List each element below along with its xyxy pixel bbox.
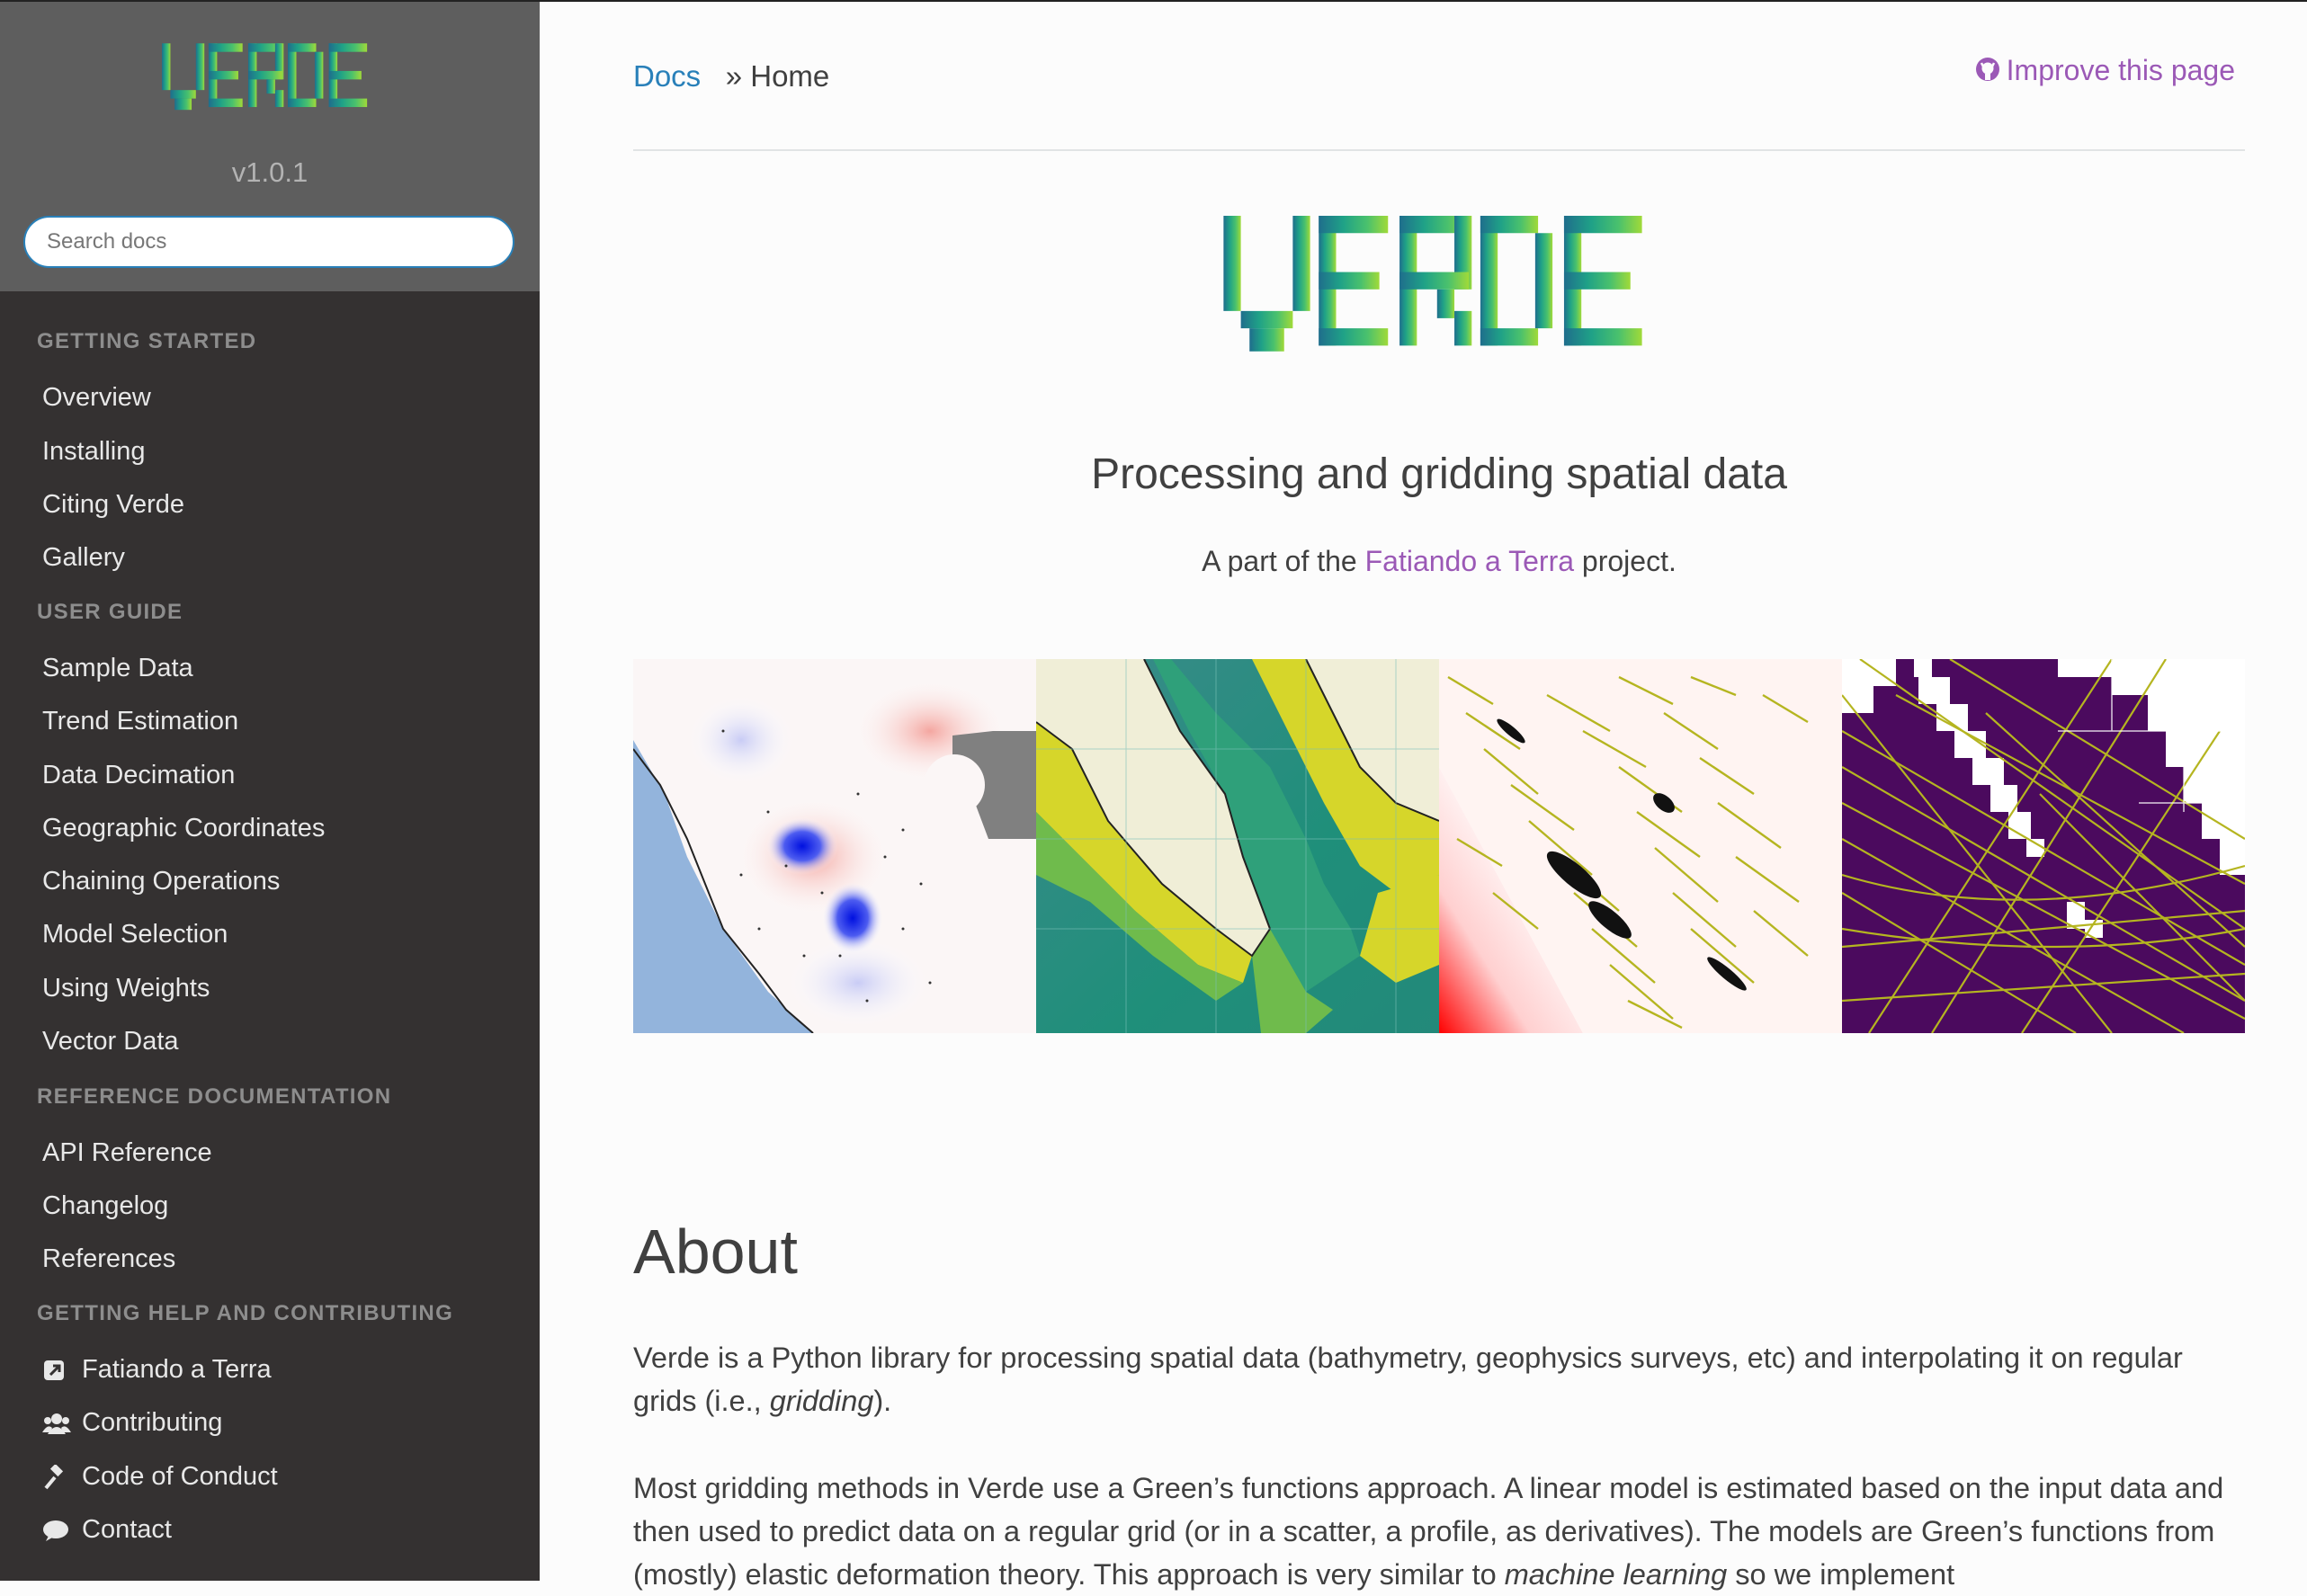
part-of-suffix: project. xyxy=(1581,545,1677,577)
nav-contact[interactable]: Contact xyxy=(42,1515,172,1545)
nav-api-reference[interactable]: API Reference xyxy=(42,1138,212,1168)
nav-contributing-label: Contributing xyxy=(82,1408,223,1437)
nav-installing[interactable]: Installing xyxy=(42,437,145,467)
users-icon xyxy=(42,1411,71,1436)
nav-code-of-conduct-label: Code of Conduct xyxy=(82,1462,278,1491)
nav-using-weights[interactable]: Using Weights xyxy=(42,974,210,1003)
external-link-icon xyxy=(42,1358,69,1383)
about-heading: About xyxy=(633,1217,798,1287)
verde-logo xyxy=(1223,216,1642,352)
github-icon xyxy=(1974,56,2001,90)
breadcrumb-current: Home xyxy=(750,59,830,93)
nav-gallery[interactable]: Gallery xyxy=(42,543,125,573)
nav-fatiando-a-terra-label: Fatiando a Terra xyxy=(82,1355,272,1384)
nav-overview[interactable]: Overview xyxy=(42,383,151,413)
search-input[interactable] xyxy=(23,216,514,268)
gallery-thumbnail-2[interactable] xyxy=(1036,659,1439,1033)
nav-changelog[interactable]: Changelog xyxy=(42,1191,168,1221)
improve-page-label: Improve this page xyxy=(2006,54,2235,86)
nav-model-selection[interactable]: Model Selection xyxy=(42,920,228,950)
part-of-prefix: A part of the xyxy=(1202,545,1357,577)
nav-chaining-operations[interactable]: Chaining Operations xyxy=(42,867,280,896)
nav-citing-verde[interactable]: Citing Verde xyxy=(42,490,184,520)
caption-user-guide: USER GUIDE xyxy=(37,600,183,624)
nav-references[interactable]: References xyxy=(42,1244,175,1274)
improve-page-link[interactable]: Improve this page xyxy=(1974,54,2235,90)
caption-getting-help: GETTING HELP AND CONTRIBUTING xyxy=(37,1301,454,1325)
about-paragraph-1: Verde is a Python library for processing… xyxy=(633,1342,2183,1417)
breadcrumb: Docs » Home xyxy=(633,59,829,94)
sidebar-header: v1.0.1 xyxy=(0,2,540,291)
gavel-icon xyxy=(42,1465,69,1490)
caption-getting-started: GETTING STARTED xyxy=(37,329,257,353)
sidebar-logo[interactable] xyxy=(162,43,374,111)
breadcrumb-docs-link[interactable]: Docs xyxy=(633,59,701,93)
nav-code-of-conduct[interactable]: Code of Conduct xyxy=(42,1462,278,1492)
gallery-thumbnail-1[interactable] xyxy=(633,659,1036,1033)
nav-trend-estimation[interactable]: Trend Estimation xyxy=(42,707,238,736)
header-divider xyxy=(633,149,2245,151)
nav-contributing[interactable]: Contributing xyxy=(42,1408,222,1438)
sidebar: v1.0.1 GETTING STARTED Overview Installi… xyxy=(0,2,540,1581)
nav-vector-data[interactable]: Vector Data xyxy=(42,1027,179,1057)
tagline: Processing and gridding spatial data xyxy=(1091,450,1787,498)
nav-fatiando-a-terra[interactable]: Fatiando a Terra xyxy=(42,1355,272,1385)
fatiando-link[interactable]: Fatiando a Terra xyxy=(1365,545,1574,577)
about-paragraph-2: Most gridding methods in Verde use a Gre… xyxy=(633,1472,2224,1591)
gallery-thumbnail-4[interactable] xyxy=(1842,659,2245,1033)
comment-icon xyxy=(42,1518,69,1543)
version-label: v1.0.1 xyxy=(231,156,308,188)
part-of-line: A part of the Fatiando a Terra project. xyxy=(633,545,2245,578)
nav-contact-label: Contact xyxy=(82,1515,172,1544)
nav-sample-data[interactable]: Sample Data xyxy=(42,654,193,683)
gallery-banner xyxy=(633,659,2245,1033)
nav-geographic-coordinates[interactable]: Geographic Coordinates xyxy=(42,814,325,843)
breadcrumb-separator: » xyxy=(725,59,743,93)
nav-data-decimation[interactable]: Data Decimation xyxy=(42,761,235,790)
gallery-thumbnail-3[interactable] xyxy=(1439,659,1842,1033)
caption-reference-documentation: REFERENCE DOCUMENTATION xyxy=(37,1084,392,1109)
